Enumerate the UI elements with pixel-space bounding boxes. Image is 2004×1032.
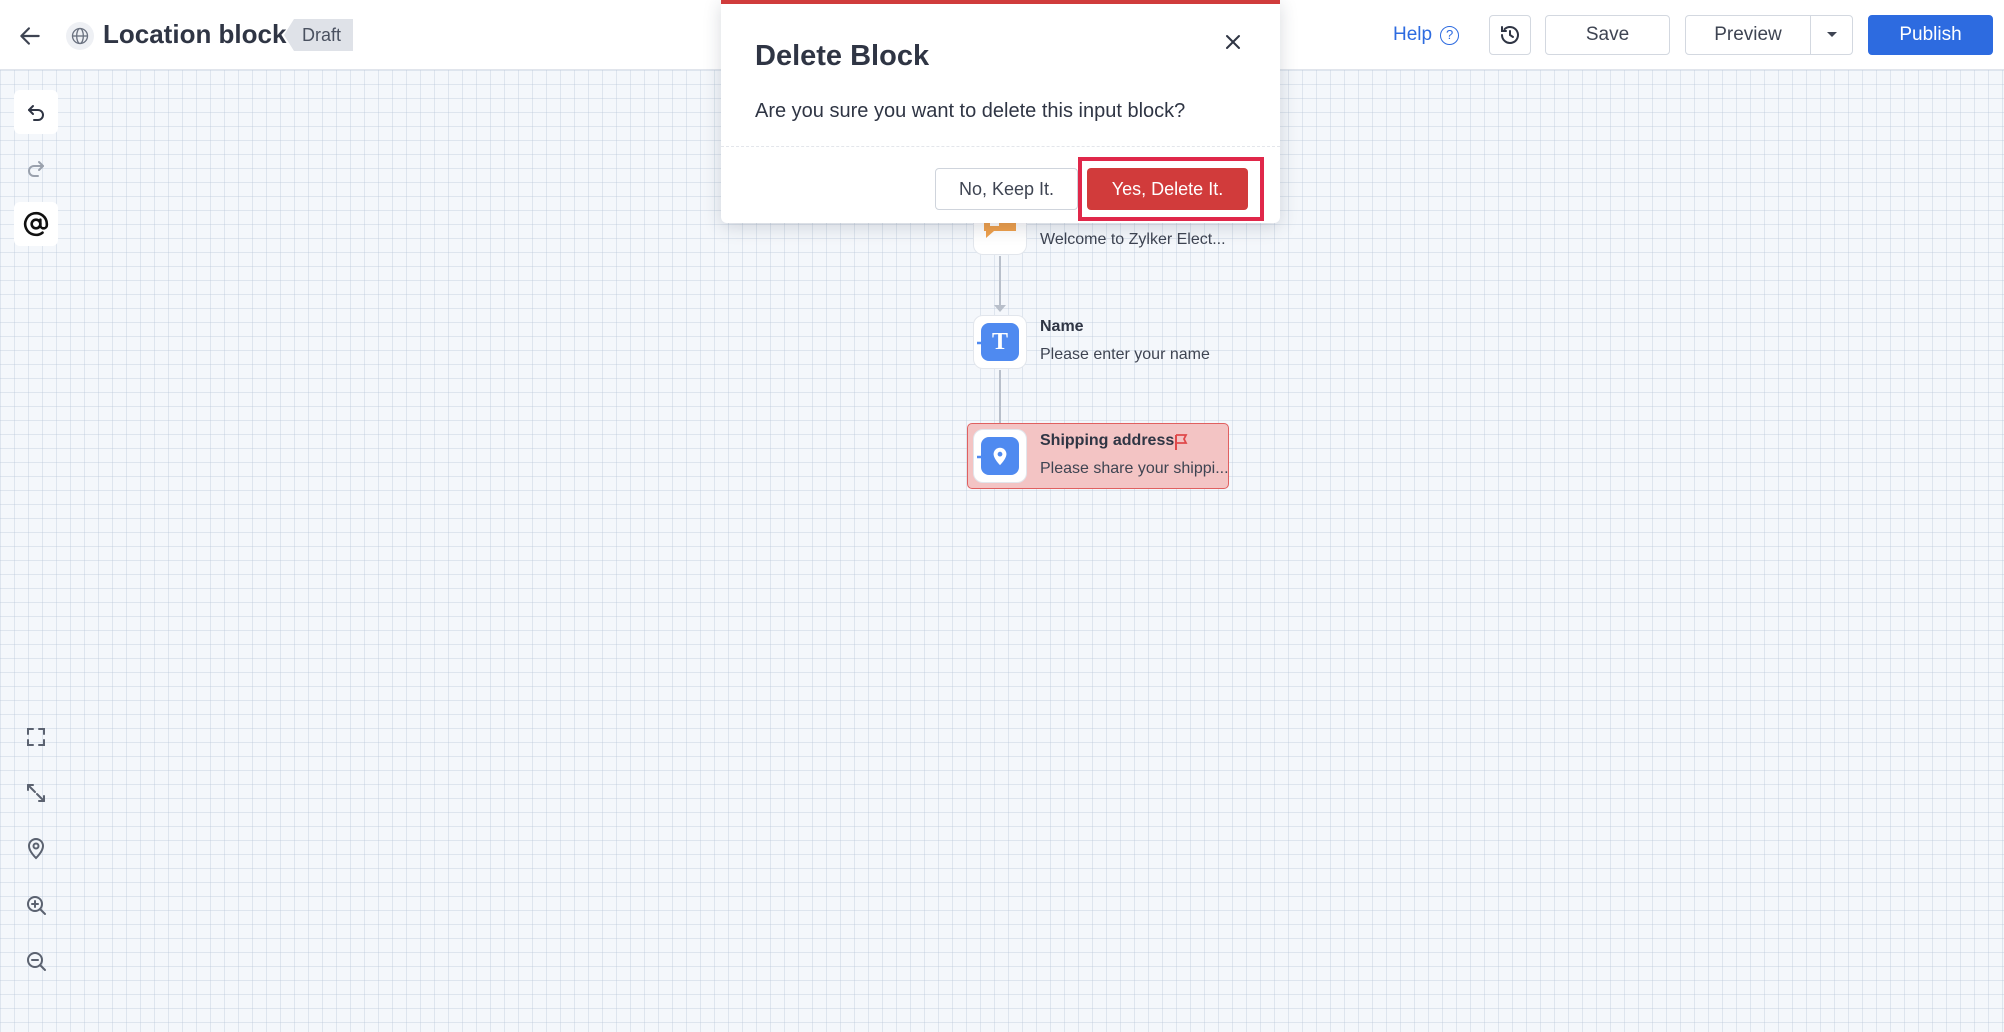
zoom-in-icon — [27, 896, 46, 915]
question-circle-icon: ? — [1440, 25, 1460, 45]
publish-button[interactable]: Publish — [1868, 15, 1993, 55]
text-input-glyph: T — [991, 328, 1008, 355]
name-block-icon[interactable]: T — [973, 315, 1027, 369]
dialog-message: Are you sure you want to delete this inp… — [755, 100, 1186, 122]
input-arrow-icon — [977, 452, 990, 462]
welcome-block-subtitle: Welcome to Zylker Elect... — [1040, 231, 1226, 248]
shipping-block-title: Shipping address — [1040, 432, 1175, 449]
fullscreen-button[interactable] — [14, 715, 58, 759]
input-arrow-icon — [977, 338, 990, 348]
dialog-close-button[interactable] — [1217, 26, 1249, 58]
name-block-title: Name — [1040, 318, 1084, 335]
name-block-subtitle: Please enter your name — [1040, 346, 1210, 363]
mention-button[interactable] — [14, 202, 58, 246]
zoom-out-button[interactable] — [14, 939, 58, 983]
fit-view-button[interactable] — [14, 771, 58, 815]
zoom-out-icon — [27, 952, 46, 971]
close-icon — [1226, 35, 1240, 49]
back-button[interactable] — [14, 20, 46, 52]
dialog-title: Delete Block — [755, 40, 930, 72]
keep-button[interactable]: No, Keep It. — [935, 168, 1078, 210]
expand-arrows-icon — [27, 784, 45, 802]
page-title: Location block — [103, 19, 287, 49]
arrow-left-icon — [20, 27, 40, 45]
help-link[interactable]: Help ? — [1393, 24, 1460, 46]
preview-options-button[interactable] — [1810, 15, 1853, 55]
redo-icon — [28, 161, 44, 177]
globe-icon — [66, 22, 94, 50]
at-icon — [23, 211, 49, 237]
help-label: Help — [1393, 24, 1433, 45]
fullscreen-icon — [27, 728, 45, 746]
dialog-divider — [721, 146, 1280, 147]
connector-arrow — [994, 305, 1006, 312]
shipping-block-subtitle: Please share your shippi... — [1040, 460, 1229, 477]
delete-block-dialog: Delete Block Are you sure you want to de… — [721, 0, 1280, 223]
locate-button[interactable] — [14, 827, 58, 871]
connector-line — [999, 256, 1001, 306]
location-pin-icon — [27, 838, 45, 860]
preview-button[interactable]: Preview — [1685, 15, 1811, 55]
history-button[interactable] — [1489, 15, 1531, 55]
shipping-block-icon[interactable] — [973, 429, 1027, 483]
connector-line — [999, 370, 1001, 425]
history-icon — [1501, 26, 1519, 44]
redo-button[interactable] — [14, 146, 58, 190]
zoom-in-button[interactable] — [14, 883, 58, 927]
flag-icon — [1175, 434, 1188, 450]
caret-down-icon — [1826, 32, 1837, 37]
confirm-delete-button[interactable]: Yes, Delete It. — [1087, 168, 1248, 210]
undo-icon — [28, 105, 44, 121]
status-badge: Draft — [284, 19, 354, 51]
save-button[interactable]: Save — [1545, 15, 1670, 55]
undo-button[interactable] — [14, 90, 58, 134]
